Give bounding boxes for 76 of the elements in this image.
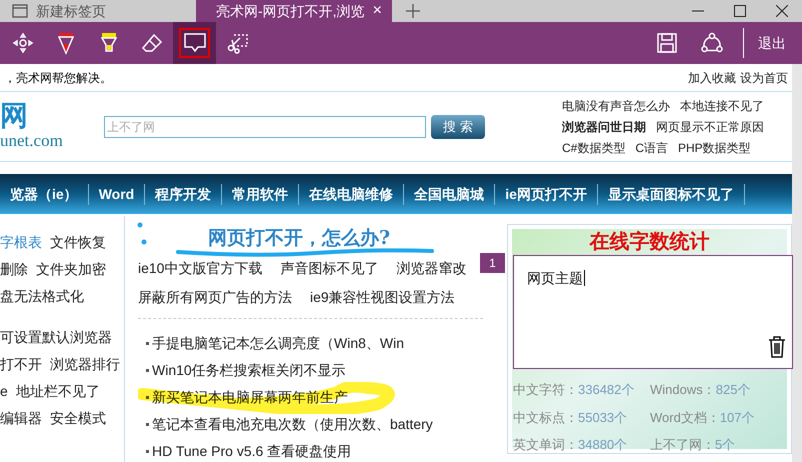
stat-text: 英文单词：34880个 bbox=[513, 436, 628, 454]
exit-button[interactable]: 退出 bbox=[758, 32, 802, 54]
note-box[interactable]: 网页主题 bbox=[513, 255, 793, 369]
header-link[interactable]: 电脑没有声音怎么办 bbox=[562, 96, 670, 114]
article-link[interactable]: 笔记本查看电池充电次数（使用次数、battery bbox=[152, 414, 433, 435]
hot-link[interactable]: ie10中文版官方下载 bbox=[138, 258, 262, 279]
share-icon[interactable] bbox=[701, 32, 723, 54]
header-link[interactable]: 加入收藏 bbox=[688, 68, 736, 86]
header-link[interactable]: C语言 bbox=[635, 138, 668, 156]
sidebar-link[interactable]: 打不开 bbox=[0, 354, 42, 375]
header-link[interactable]: C#数据类型 bbox=[562, 138, 626, 156]
eraser-icon bbox=[140, 33, 162, 53]
nav-link[interactable]: 程序开发 bbox=[145, 184, 222, 204]
nav-link[interactable]: 全国电脑城 bbox=[404, 184, 496, 204]
nav-link[interactable]: 显示桌面图标不见了 bbox=[598, 184, 745, 204]
article-link[interactable]: Win10任务栏搜索框关闭不显示 bbox=[152, 360, 346, 381]
bullet-icon bbox=[146, 450, 149, 453]
annotation-tool[interactable] bbox=[173, 22, 216, 64]
close-icon[interactable] bbox=[776, 5, 788, 17]
save-icon[interactable] bbox=[657, 33, 677, 53]
stat-text: Word文档：107个 bbox=[650, 408, 756, 426]
nav-link[interactable]: 常用软件 bbox=[222, 184, 300, 204]
headline: 网页打不开，怎么办? bbox=[208, 226, 390, 250]
new-tab-icon[interactable] bbox=[406, 4, 420, 18]
nav-link[interactable]: ie网页打不开 bbox=[495, 184, 598, 204]
sidebar-link[interactable]: 删除 bbox=[0, 259, 28, 280]
highlighter-icon bbox=[98, 31, 118, 55]
article-link[interactable]: HD Tune Pro v5.6 查看硬盘使用 bbox=[152, 441, 352, 462]
logo-domain: unet.com bbox=[0, 130, 63, 152]
touch-icon bbox=[12, 32, 34, 54]
welcome-text: ，亮术网帮您解决。 bbox=[4, 70, 112, 86]
logo-mark: 网 bbox=[0, 102, 28, 130]
sidebar-link[interactable]: 安全模式 bbox=[50, 408, 106, 429]
tab-title: 亮术网-网页打不开,浏览 bbox=[216, 2, 365, 20]
stat-text: Windows：825个 bbox=[650, 381, 752, 399]
header-link[interactable]: PHP数据类型 bbox=[678, 138, 751, 156]
sidebar-link[interactable]: 编辑器 bbox=[0, 408, 42, 429]
hot-link[interactable]: 屏蔽所有网页广告的方法 bbox=[138, 287, 292, 308]
search-button[interactable]: 搜 索 bbox=[431, 114, 485, 138]
bullet-icon bbox=[146, 342, 149, 345]
sidebar-link[interactable]: e bbox=[0, 381, 8, 402]
page-icon bbox=[12, 4, 28, 18]
sidebar-link[interactable]: 盘无法格式化 bbox=[0, 286, 84, 307]
widget-title: 在线字数统计 bbox=[590, 230, 710, 252]
sidebar-link[interactable]: 文件夹加密 bbox=[36, 259, 106, 280]
sidebar-link[interactable]: 浏览器排行 bbox=[50, 354, 120, 375]
close-icon[interactable]: × bbox=[372, 3, 382, 19]
stat-text: 上不了网：5个 bbox=[650, 436, 736, 454]
bullet-icon bbox=[146, 369, 149, 372]
note-text: 网页主题 bbox=[527, 270, 585, 286]
nav-link[interactable]: Word bbox=[88, 184, 146, 204]
header-link[interactable]: 本地连接不见了 bbox=[680, 96, 764, 114]
maximize-icon[interactable] bbox=[734, 5, 746, 17]
hot-link[interactable]: 浏览器窜改 bbox=[396, 258, 466, 279]
browser-tab[interactable]: 亮术网-网页打不开,浏览 × bbox=[196, 0, 392, 22]
sidebar-link[interactable]: 可设置默认浏览器 bbox=[0, 327, 112, 348]
note-marker[interactable]: 1 bbox=[480, 253, 505, 273]
clip-icon bbox=[226, 32, 250, 54]
note-icon bbox=[182, 32, 206, 54]
stat-text: 中文字符：336482个 bbox=[513, 381, 636, 399]
sidebar-link[interactable]: 文件恢复 bbox=[50, 232, 106, 253]
hot-link[interactable]: ie9兼容性视图设置方法 bbox=[310, 287, 455, 308]
nav-link[interactable]: 览器（ie） bbox=[0, 184, 89, 204]
bullet-icon bbox=[146, 423, 149, 426]
header-link[interactable]: 设为首页 bbox=[740, 68, 788, 86]
sidebar-link[interactable]: 字根表 bbox=[0, 232, 42, 253]
tab-title: 新建标签页 bbox=[36, 2, 106, 20]
article-link[interactable]: 手提电脑笔记本怎么调亮度（Win8、Win bbox=[152, 333, 404, 354]
pen-icon bbox=[56, 31, 76, 55]
delete-icon[interactable] bbox=[768, 336, 786, 358]
sidebar-link[interactable]: 地址栏不见了 bbox=[16, 381, 100, 402]
header-link[interactable]: 浏览器问世日期 bbox=[562, 118, 646, 136]
nav-link[interactable]: 在线电脑维修 bbox=[299, 184, 404, 204]
stat-text: 中文标点：55033个 bbox=[513, 408, 628, 426]
header-link[interactable]: 网页显示不正常原因 bbox=[656, 118, 764, 136]
hot-link[interactable]: 声音图标不见了 bbox=[280, 258, 378, 279]
